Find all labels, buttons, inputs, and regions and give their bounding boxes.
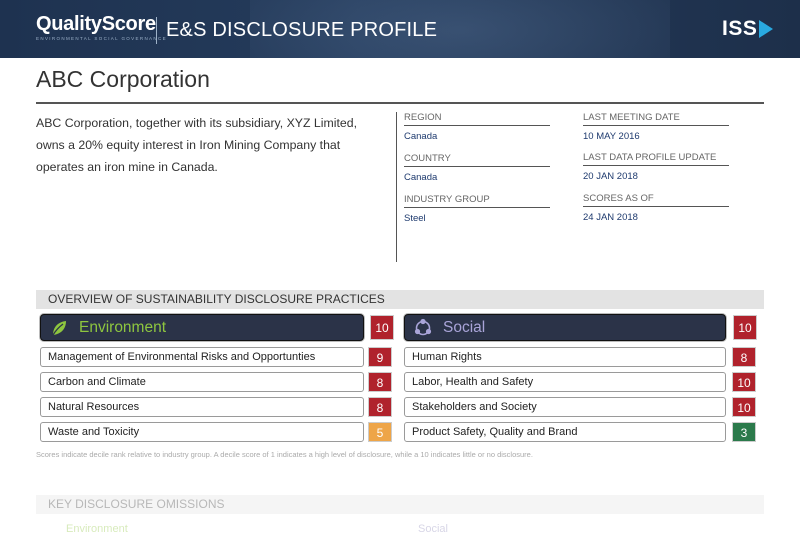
social-item: Human Rights: [404, 347, 726, 367]
social-category-header: Social: [404, 314, 726, 341]
meta-country-label: COUNTRY: [404, 153, 550, 167]
environment-item-score: 5: [368, 422, 392, 442]
meta-region-label: REGION: [404, 112, 550, 126]
environment-score: 10: [370, 315, 394, 340]
company-divider: [36, 102, 764, 104]
meta-industry-group: INDUSTRY GROUP Steel: [404, 194, 550, 224]
social-label: Social: [443, 318, 486, 336]
social-item: Product Safety, Quality and Brand: [404, 422, 726, 442]
company-name: ABC Corporation: [36, 66, 210, 92]
environment-item: Carbon and Climate: [40, 372, 364, 392]
score-footnote: Scores indicate decile rank relative to …: [36, 450, 533, 459]
company-description: ABC Corporation, together with its subsi…: [36, 116, 357, 174]
environment-item: Waste and Toxicity: [40, 422, 364, 442]
header-bar: QualityScore ENVIRONMENTAL SOCIAL GOVERN…: [0, 0, 800, 58]
environment-category-header: Environment: [40, 314, 364, 341]
environment-item-score: 9: [368, 347, 392, 367]
meta-last-meeting-date-label: LAST MEETING DATE: [583, 112, 729, 126]
header-divider: [156, 17, 157, 44]
meta-industry-group-value: Steel: [404, 213, 426, 224]
meta-country-value: Canada: [404, 172, 438, 183]
people-network-icon: [412, 317, 434, 339]
meta-scores-as-of-label: SCORES AS OF: [583, 193, 729, 207]
environment-item-score: 8: [368, 372, 392, 392]
social-item-score: 10: [732, 397, 756, 417]
meta-scores-as-of: SCORES AS OF 24 JAN 2018: [583, 193, 729, 223]
overview-section-title: OVERVIEW OF SUSTAINABILITY DISCLOSURE PR…: [36, 290, 764, 309]
meta-industry-group-label: INDUSTRY GROUP: [404, 194, 550, 208]
omissions-environment-label: Environment: [66, 523, 128, 535]
meta-region: REGION Canada: [404, 112, 550, 142]
social-item: Stakeholders and Society: [404, 397, 726, 417]
social-item: Labor, Health and Safety: [404, 372, 726, 392]
environment-item-score: 8: [368, 397, 392, 417]
environment-item: Management of Environmental Risks and Op…: [40, 347, 364, 367]
meta-last-data-profile-update-label: LAST DATA PROFILE UPDATE: [583, 152, 729, 166]
meta-last-meeting-date-value: 10 MAY 2016: [583, 131, 640, 142]
meta-scores-as-of-value: 24 JAN 2018: [583, 212, 638, 223]
meta-last-meeting-date: LAST MEETING DATE 10 MAY 2016: [583, 112, 729, 142]
play-triangle-icon: [759, 20, 774, 38]
page-title: E&S DISCLOSURE PROFILE: [166, 19, 438, 41]
iss-logo: ISS: [722, 17, 774, 41]
meta-last-data-profile-update-value: 20 JAN 2018: [583, 171, 638, 182]
iss-logo-text: ISS: [722, 17, 758, 40]
meta-country: COUNTRY Canada: [404, 153, 550, 183]
vertical-divider: [396, 112, 397, 262]
social-item-score: 3: [732, 422, 756, 442]
brand-tagline: ENVIRONMENTAL SOCIAL GOVERNANCE: [36, 36, 167, 41]
meta-last-data-profile-update: LAST DATA PROFILE UPDATE 20 JAN 2018: [583, 152, 729, 182]
omissions-social-label: Social: [418, 523, 448, 535]
leaf-icon: [48, 317, 70, 339]
meta-region-value: Canada: [404, 131, 438, 142]
omissions-section-title: KEY DISCLOSURE OMISSIONS: [36, 495, 764, 514]
environment-item: Natural Resources: [40, 397, 364, 417]
social-item-score: 10: [732, 372, 756, 392]
social-item-score: 8: [732, 347, 756, 367]
environment-label: Environment: [79, 318, 167, 336]
social-score: 10: [733, 315, 757, 340]
brand-logo: QualityScore: [36, 13, 156, 35]
